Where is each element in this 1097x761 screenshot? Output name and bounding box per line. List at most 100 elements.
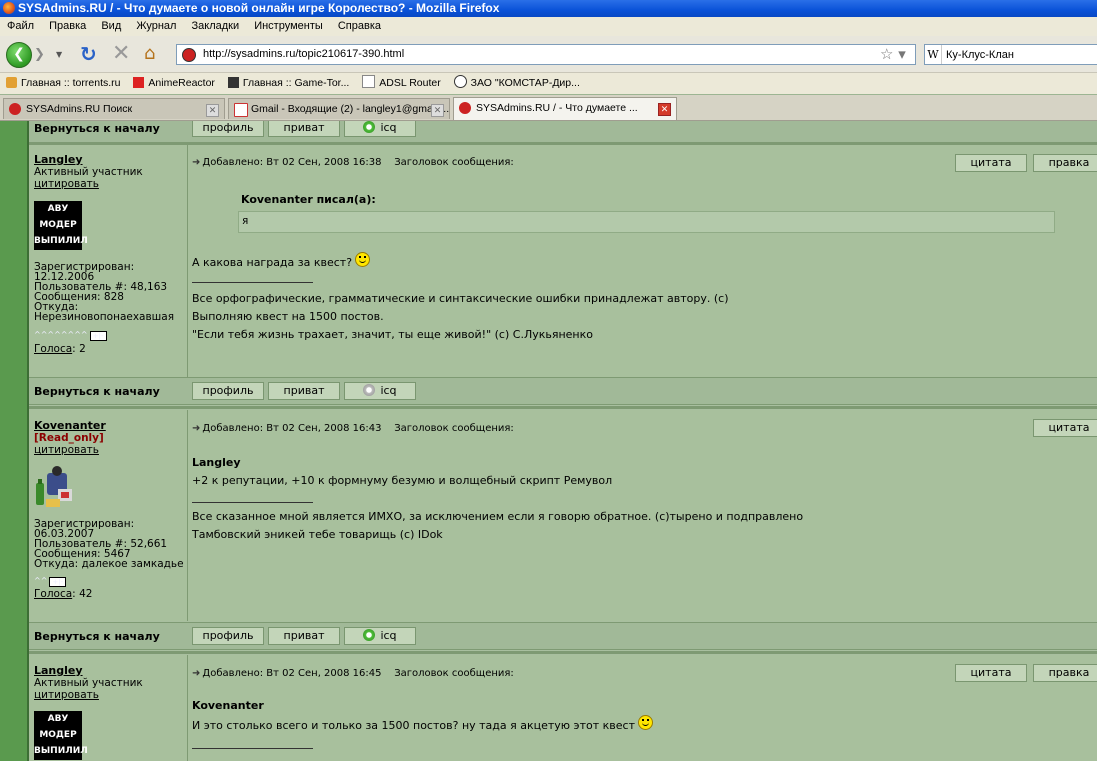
back-button[interactable]: ❮	[6, 42, 32, 68]
post-arrow-icon: ➜	[192, 423, 201, 434]
plus-minus-icon[interactable]: +|-	[89, 331, 107, 341]
bookmark-komstar[interactable]: ЗАО "КОМСТАР-Дир...	[453, 73, 580, 94]
post-text: +2 к репутации, +10 к формнуму безумю и …	[192, 474, 613, 487]
signature-line: Все сказанное мной является ИМХО, за иск…	[192, 510, 804, 523]
tab-sysadmins-search[interactable]: SYSAdmins.RU Поиск ✕	[3, 98, 225, 119]
home-icon[interactable]: ⌂	[144, 43, 155, 64]
back-to-top-link[interactable]: Вернуться к началу	[34, 385, 160, 398]
post-arrow-icon: ➜	[192, 157, 201, 168]
tab-bar: SYSAdmins.RU Поиск ✕ Gmail - Входящие (2…	[0, 95, 1097, 121]
profile-button[interactable]: профиль	[192, 627, 264, 645]
icq-icon	[363, 121, 376, 133]
back-to-top-row: Вернуться к началу профиль приват icq	[29, 121, 1097, 143]
url-text: http://sysadmins.ru/topic210617-390.html	[203, 48, 405, 60]
post-text: А какова награда за квест?	[192, 252, 371, 272]
window-title-bar: SYSAdmins.RU / - Что думаете о новой онл…	[0, 0, 1097, 17]
bookmark-icon	[453, 75, 467, 88]
avatar: АВУ МОДЕР ВЫПИЛИЛ	[34, 711, 88, 760]
gmail-icon	[234, 103, 248, 117]
quote-button[interactable]: цитата	[955, 154, 1027, 172]
smile-icon	[638, 715, 653, 730]
edit-button[interactable]: правка	[1033, 664, 1097, 682]
quote-button[interactable]: цитата	[955, 664, 1027, 682]
firefox-icon	[3, 2, 15, 14]
menu-file[interactable]: Файл	[7, 20, 34, 32]
private-message-button[interactable]: приват	[268, 627, 340, 645]
reply-to: Kovenanter	[192, 699, 264, 712]
post-kovenanter: Kovenanter [Read_only] цитировать Зареги…	[29, 410, 1097, 621]
icq-button[interactable]: icq	[344, 627, 416, 645]
bookmark-icon	[227, 77, 239, 88]
author-name[interactable]: Kovenanter	[34, 419, 106, 432]
profile-button[interactable]: профиль	[192, 121, 264, 137]
icq-button[interactable]: icq	[344, 121, 416, 137]
back-to-top-row: Вернуться к началу профиль приват icq	[29, 377, 1097, 405]
author-info: Зарегистрирован: 06.03.2007 Пользователь…	[34, 518, 184, 570]
address-bar[interactable]: http://sysadmins.ru/topic210617-390.html	[176, 44, 916, 65]
close-tab-icon[interactable]: ✕	[658, 103, 671, 116]
forum-topic: Вернуться к началу профиль приват icq La…	[29, 121, 1097, 761]
post-meta: ➜ Добавлено: Вт 02 Сен, 2008 16:45 Заголо…	[192, 668, 514, 679]
back-to-top-link[interactable]: Вернуться к началу	[34, 630, 160, 643]
post-body: ➜ Добавлено: Вт 02 Сен, 2008 16:45 Заголо…	[188, 655, 1097, 761]
author-rank: [Read_only]	[34, 432, 104, 444]
signature-divider	[192, 502, 313, 503]
tab-sysadmins-topic[interactable]: SYSAdmins.RU / - Что думаете ... ✕	[453, 97, 677, 120]
tab-favicon	[9, 103, 21, 115]
back-to-top-link[interactable]: Вернуться к началу	[34, 122, 160, 135]
bookmark-game-tor[interactable]: Главная :: Game-Tor...	[227, 73, 349, 94]
menu-tools[interactable]: Инструменты	[254, 20, 323, 32]
smile-icon	[355, 252, 371, 267]
signature-line: "Если тебя жизнь трахает, значит, ты еще…	[192, 328, 593, 341]
menu-history[interactable]: Журнал	[136, 20, 176, 32]
bookmark-icon	[133, 77, 145, 88]
author-name[interactable]: Langley	[34, 664, 83, 677]
bookmark-star-icon[interactable]: ☆ ▾	[880, 45, 906, 63]
icq-button[interactable]: icq	[344, 382, 416, 400]
forward-button[interactable]: ❯	[34, 46, 54, 64]
menu-help[interactable]: Справка	[338, 20, 381, 32]
post-meta: ➜ Добавлено: Вт 02 Сен, 2008 16:38 Заголо…	[192, 157, 514, 168]
bookmark-adsl-router[interactable]: ADSL Router	[362, 73, 441, 94]
bookmark-animereactor[interactable]: AnimeReactor	[133, 73, 215, 94]
wikipedia-icon[interactable]: W	[925, 45, 942, 64]
private-message-button[interactable]: приват	[268, 121, 340, 137]
stop-icon[interactable]: ✕	[112, 41, 130, 66]
private-message-button[interactable]: приват	[268, 382, 340, 400]
author-name[interactable]: Langley	[34, 153, 83, 166]
menu-bar: Файл Правка Вид Журнал Закладки Инструме…	[0, 17, 1097, 36]
cite-link[interactable]: цитировать	[34, 178, 99, 190]
cite-link[interactable]: цитировать	[34, 689, 99, 701]
author-rank: Активный участник	[34, 677, 143, 689]
reload-icon[interactable]: ↻	[80, 42, 97, 66]
votes: Голоса: 42	[34, 588, 93, 600]
signature-line: Выполняю квест на 1500 постов.	[192, 310, 384, 323]
avatar	[36, 466, 72, 507]
quote-button[interactable]: цитата	[1033, 419, 1097, 437]
history-dropdown-icon[interactable]: ▼	[56, 50, 62, 59]
post-meta: ➜ Добавлено: Вт 02 Сен, 2008 16:43 Заголо…	[192, 423, 514, 434]
menu-edit[interactable]: Правка	[49, 20, 86, 32]
cite-link[interactable]: цитировать	[34, 444, 99, 456]
menu-bookmarks[interactable]: Закладки	[192, 20, 240, 32]
author-panel: Kovenanter [Read_only] цитировать Зареги…	[29, 410, 188, 621]
bookmarks-toolbar: Главная :: torrents.ru AnimeReactor Глав…	[0, 73, 1097, 94]
signature-divider	[192, 748, 313, 749]
profile-button[interactable]: профиль	[192, 382, 264, 400]
avatar: АВУ МОДЕР ВЫПИЛИЛ	[34, 201, 88, 250]
tab-gmail[interactable]: Gmail - Входящие (2) - langley1@gmail...…	[228, 98, 450, 119]
search-input[interactable]: W Ку-Клус-Клан	[924, 44, 1097, 65]
close-tab-icon[interactable]: ✕	[431, 104, 444, 117]
votes-link[interactable]: Голоса	[34, 588, 72, 600]
tab-favicon	[459, 102, 471, 114]
votes-link[interactable]: Голоса	[34, 343, 72, 355]
votes: Голоса: 2	[34, 343, 86, 355]
close-tab-icon[interactable]: ✕	[206, 104, 219, 117]
edit-button[interactable]: правка	[1033, 154, 1097, 172]
page-left-stripe	[0, 121, 29, 761]
bookmark-torrents[interactable]: Главная :: torrents.ru	[6, 73, 120, 94]
post-body: ➜ Добавлено: Вт 02 Сен, 2008 16:43 Заголо…	[188, 410, 1097, 621]
menu-view[interactable]: Вид	[101, 20, 121, 32]
plus-minus-icon[interactable]: +|-	[49, 577, 67, 587]
site-favicon	[182, 48, 196, 62]
